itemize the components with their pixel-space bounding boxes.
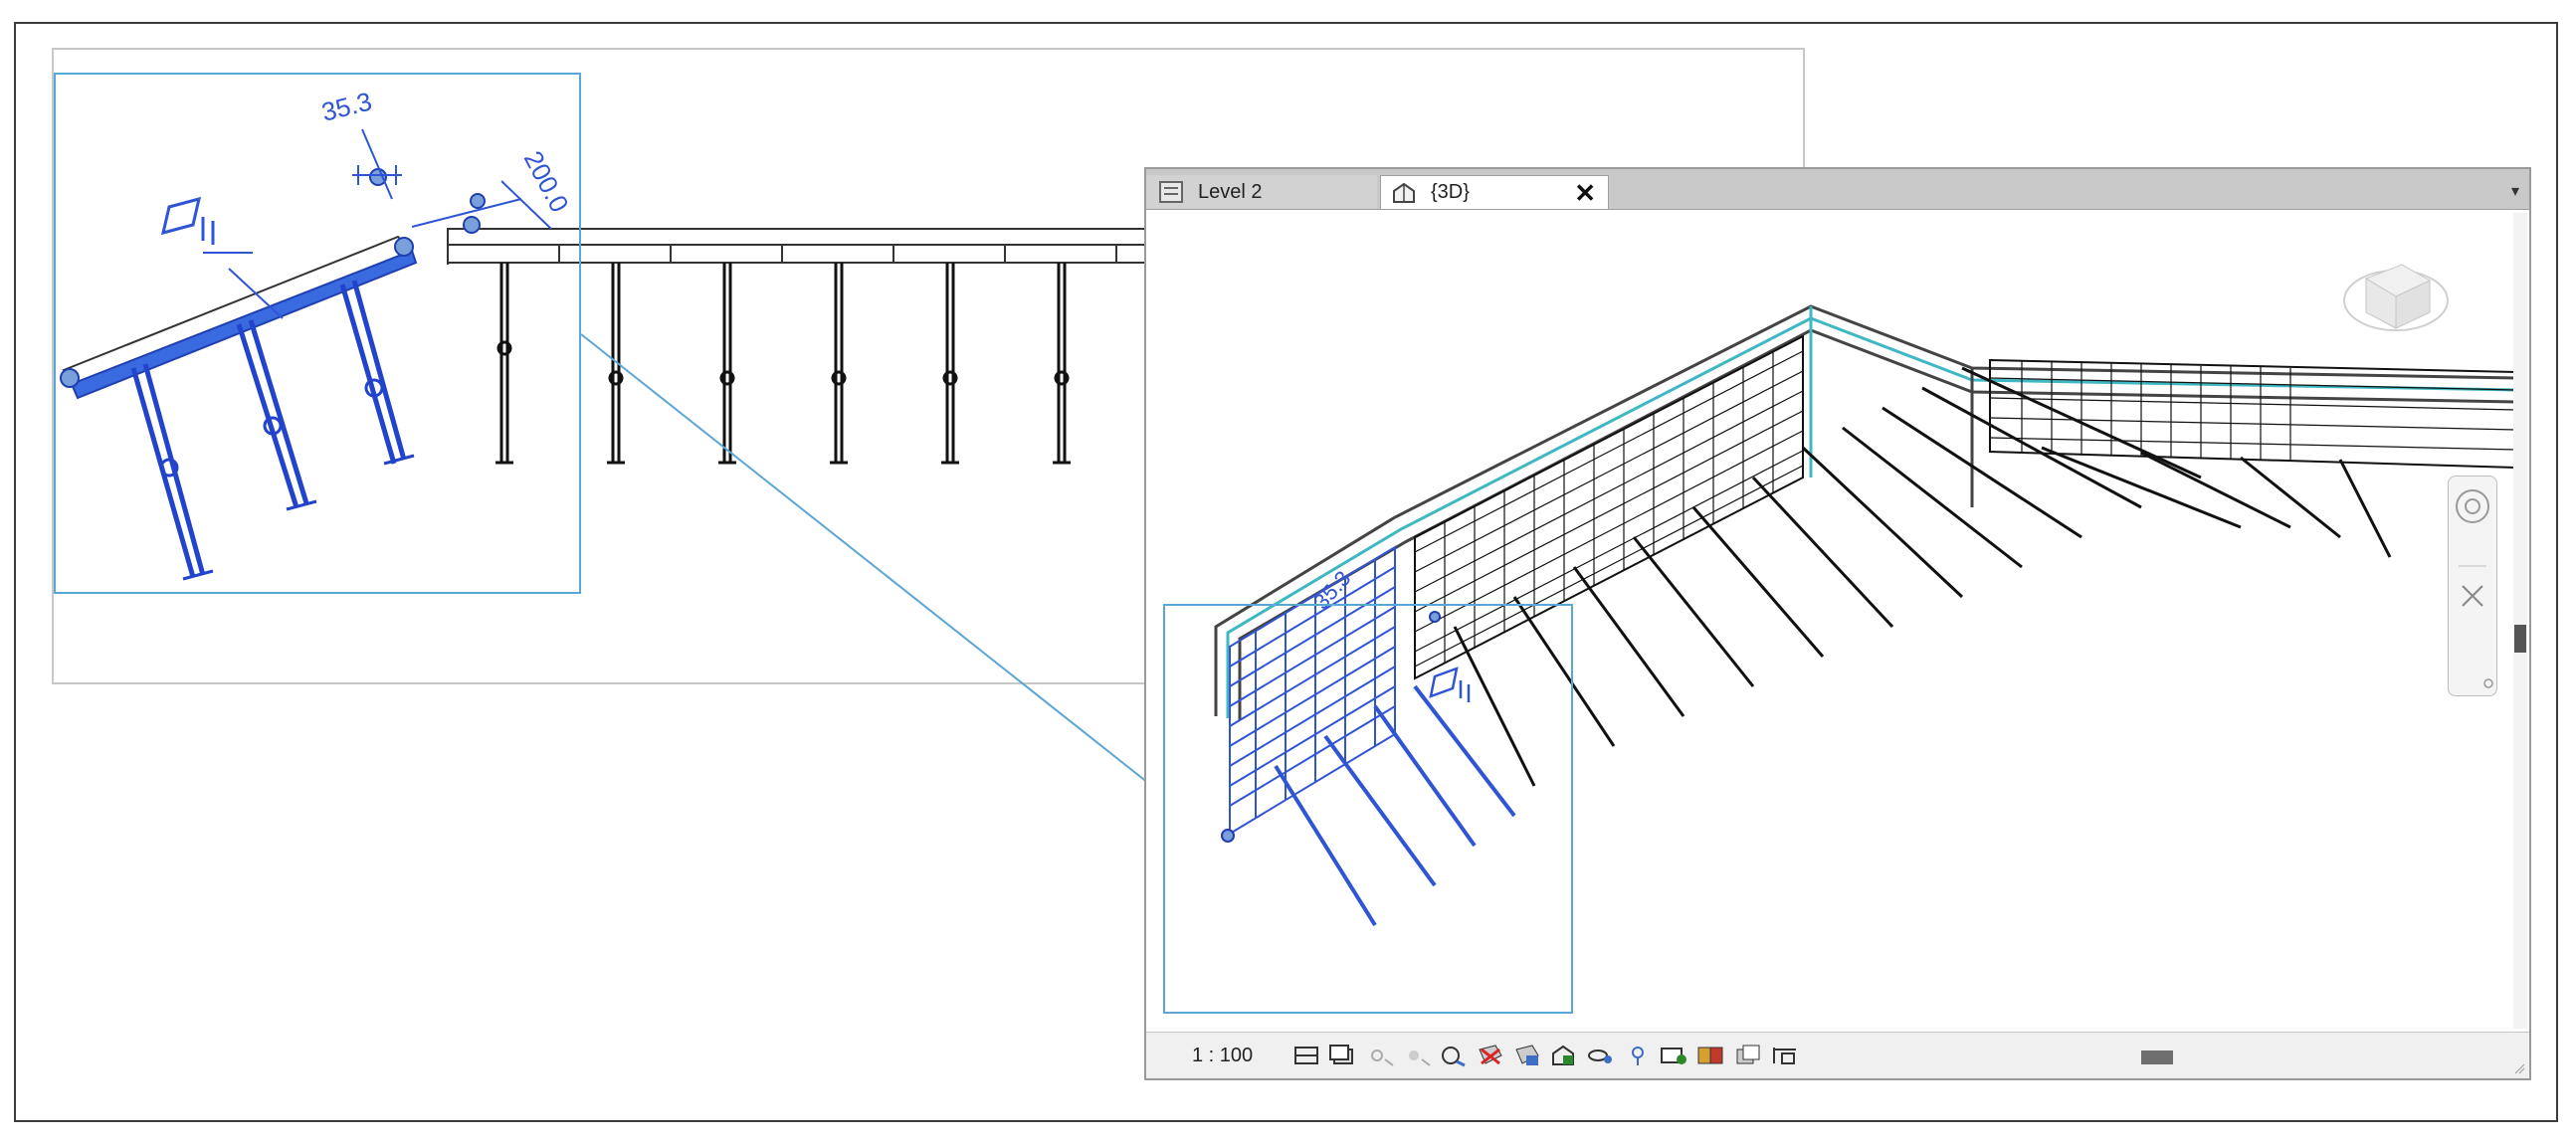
view-control-icons bbox=[1291, 1044, 1807, 1067]
plan-detail-callout bbox=[54, 73, 581, 594]
navigation-bar[interactable] bbox=[2448, 476, 2497, 696]
reveal-hidden-icon[interactable] bbox=[1623, 1044, 1653, 1067]
floor-plan-icon bbox=[1159, 181, 1183, 203]
viewcube-icon[interactable] bbox=[2343, 264, 2449, 331]
3d-flip-control-icon[interactable] bbox=[1429, 667, 1471, 702]
horizontal-scroll-thumb[interactable] bbox=[2141, 1050, 2173, 1064]
3d-viewport[interactable]: 35.3 bbox=[1146, 209, 2516, 1033]
temporary-view-properties-icon[interactable] bbox=[1660, 1044, 1689, 1067]
shadows-icon[interactable] bbox=[1402, 1044, 1432, 1067]
temporary-hide-icon[interactable] bbox=[1586, 1044, 1616, 1067]
view-tab-bar: Level 2 {3D} ✕ ▾ bbox=[1146, 169, 2529, 210]
unlock-3d-icon[interactable] bbox=[1549, 1044, 1579, 1067]
highlight-displacement-icon[interactable] bbox=[1733, 1044, 1763, 1067]
steering-wheel-icon bbox=[2456, 489, 2493, 688]
view-control-bar: 1 : 100 bbox=[1146, 1032, 2529, 1078]
resize-grip-icon[interactable] bbox=[2513, 1062, 2525, 1074]
tab-3d-label: {3D} bbox=[1431, 181, 1470, 203]
hide-analytical-icon[interactable] bbox=[1696, 1044, 1726, 1067]
3d-house-icon bbox=[1393, 182, 1415, 203]
crop-view-icon[interactable] bbox=[1476, 1044, 1505, 1067]
tab-level-2[interactable]: Level 2 bbox=[1146, 175, 1377, 209]
tab-3d[interactable]: {3D} ✕ bbox=[1380, 175, 1609, 209]
show-crop-icon[interactable] bbox=[1512, 1044, 1542, 1067]
vertical-scrollbar[interactable] bbox=[2513, 213, 2527, 1029]
revit-view-window[interactable]: Level 2 {3D} ✕ ▾ 35.3 1: 100 bbox=[1144, 167, 2531, 1080]
view-scale[interactable]: 1 : 100 bbox=[1192, 1045, 1272, 1067]
detail-level-icon[interactable] bbox=[1291, 1044, 1321, 1067]
tab-level-2-label: Level 2 bbox=[1198, 180, 1263, 203]
3d-model-drawing: 35.3 bbox=[1163, 264, 2516, 1014]
render-icon[interactable] bbox=[1439, 1044, 1469, 1067]
vertical-scroll-thumb[interactable] bbox=[2514, 625, 2526, 653]
tab-menu-icon[interactable]: ▾ bbox=[2511, 181, 2519, 201]
close-icon[interactable]: ✕ bbox=[1574, 178, 1596, 209]
visual-style-icon[interactable] bbox=[1328, 1044, 1358, 1067]
plan-props bbox=[495, 263, 1071, 465]
reveal-constraints-icon[interactable] bbox=[1770, 1044, 1800, 1067]
sun-path-icon[interactable] bbox=[1365, 1044, 1395, 1067]
3d-selected-formwork[interactable] bbox=[1229, 545, 1396, 836]
